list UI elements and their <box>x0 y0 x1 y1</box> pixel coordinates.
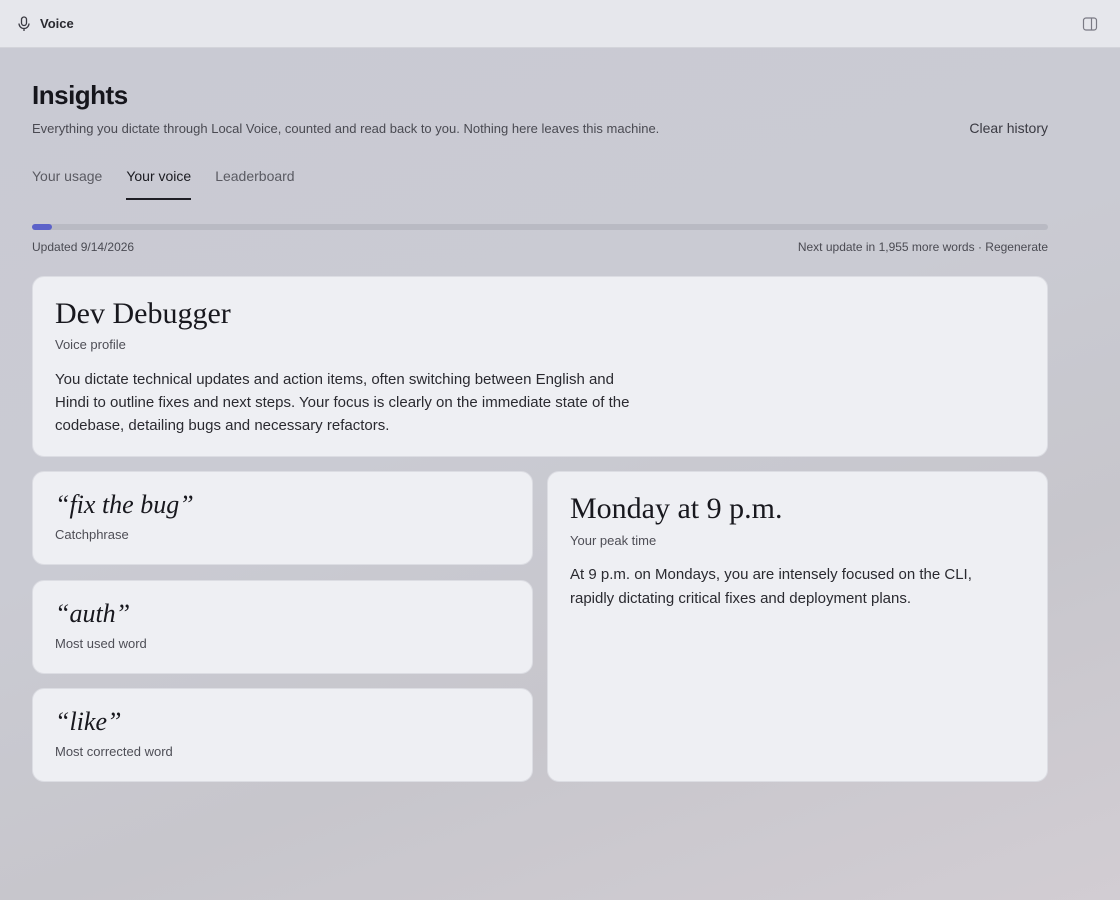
most-corrected-word-card: “like” Most corrected word <box>32 688 533 782</box>
app-name: Voice <box>40 16 74 31</box>
profile-description: You dictate technical updates and action… <box>55 371 630 434</box>
profile-caption: Voice profile <box>55 337 126 352</box>
peak-time-card: Monday at 9 p.m. Your peak time At 9 p.m… <box>547 471 1048 782</box>
separator: · <box>974 240 986 254</box>
tab-leaderboard[interactable]: Leaderboard <box>215 166 294 200</box>
catchphrase-card: “fix the bug” Catchphrase <box>32 471 533 565</box>
most-used-word-card: “auth” Most used word <box>32 580 533 674</box>
sidebar-panel-icon[interactable] <box>1082 16 1098 32</box>
tab-your-usage[interactable]: Your usage <box>32 166 102 200</box>
most-used-word-value: “auth” <box>55 599 131 628</box>
regenerate-link[interactable]: Regenerate <box>985 240 1048 254</box>
microphone-icon <box>18 16 30 31</box>
title-bar: Voice <box>0 0 1120 48</box>
next-update-text: Next update in 1,955 more words <box>797 240 975 254</box>
peak-time-caption: Your peak time <box>570 533 657 548</box>
page-subtitle: Everything you dictate through Local Voi… <box>32 121 660 136</box>
peak-time-description: At 9 p.m. on Mondays, you are intensely … <box>570 566 972 607</box>
most-corrected-word-value: “like” <box>55 707 122 736</box>
updated-date: Updated 9/14/2026 <box>32 240 135 254</box>
tab-bar: Your usage Your voice Leaderboard <box>32 166 319 200</box>
profile-name: Dev Debugger <box>55 297 231 330</box>
update-progress-fill <box>32 224 53 230</box>
peak-time-title: Monday at 9 p.m. <box>570 492 783 525</box>
page-title: Insights <box>32 80 128 110</box>
catchphrase-value: “fix the bug” <box>55 490 194 519</box>
update-progress-bar <box>32 224 1048 230</box>
most-corrected-word-caption: Most corrected word <box>55 744 173 759</box>
most-used-word-caption: Most used word <box>55 636 147 651</box>
tab-your-voice[interactable]: Your voice <box>126 166 191 200</box>
clear-history-button[interactable]: Clear history <box>969 120 1048 136</box>
voice-profile-card: Dev Debugger Voice profile You dictate t… <box>32 276 1048 457</box>
catchphrase-caption: Catchphrase <box>55 527 129 542</box>
next-update-info: Next update in 1,955 more words · Regene… <box>798 240 1048 254</box>
